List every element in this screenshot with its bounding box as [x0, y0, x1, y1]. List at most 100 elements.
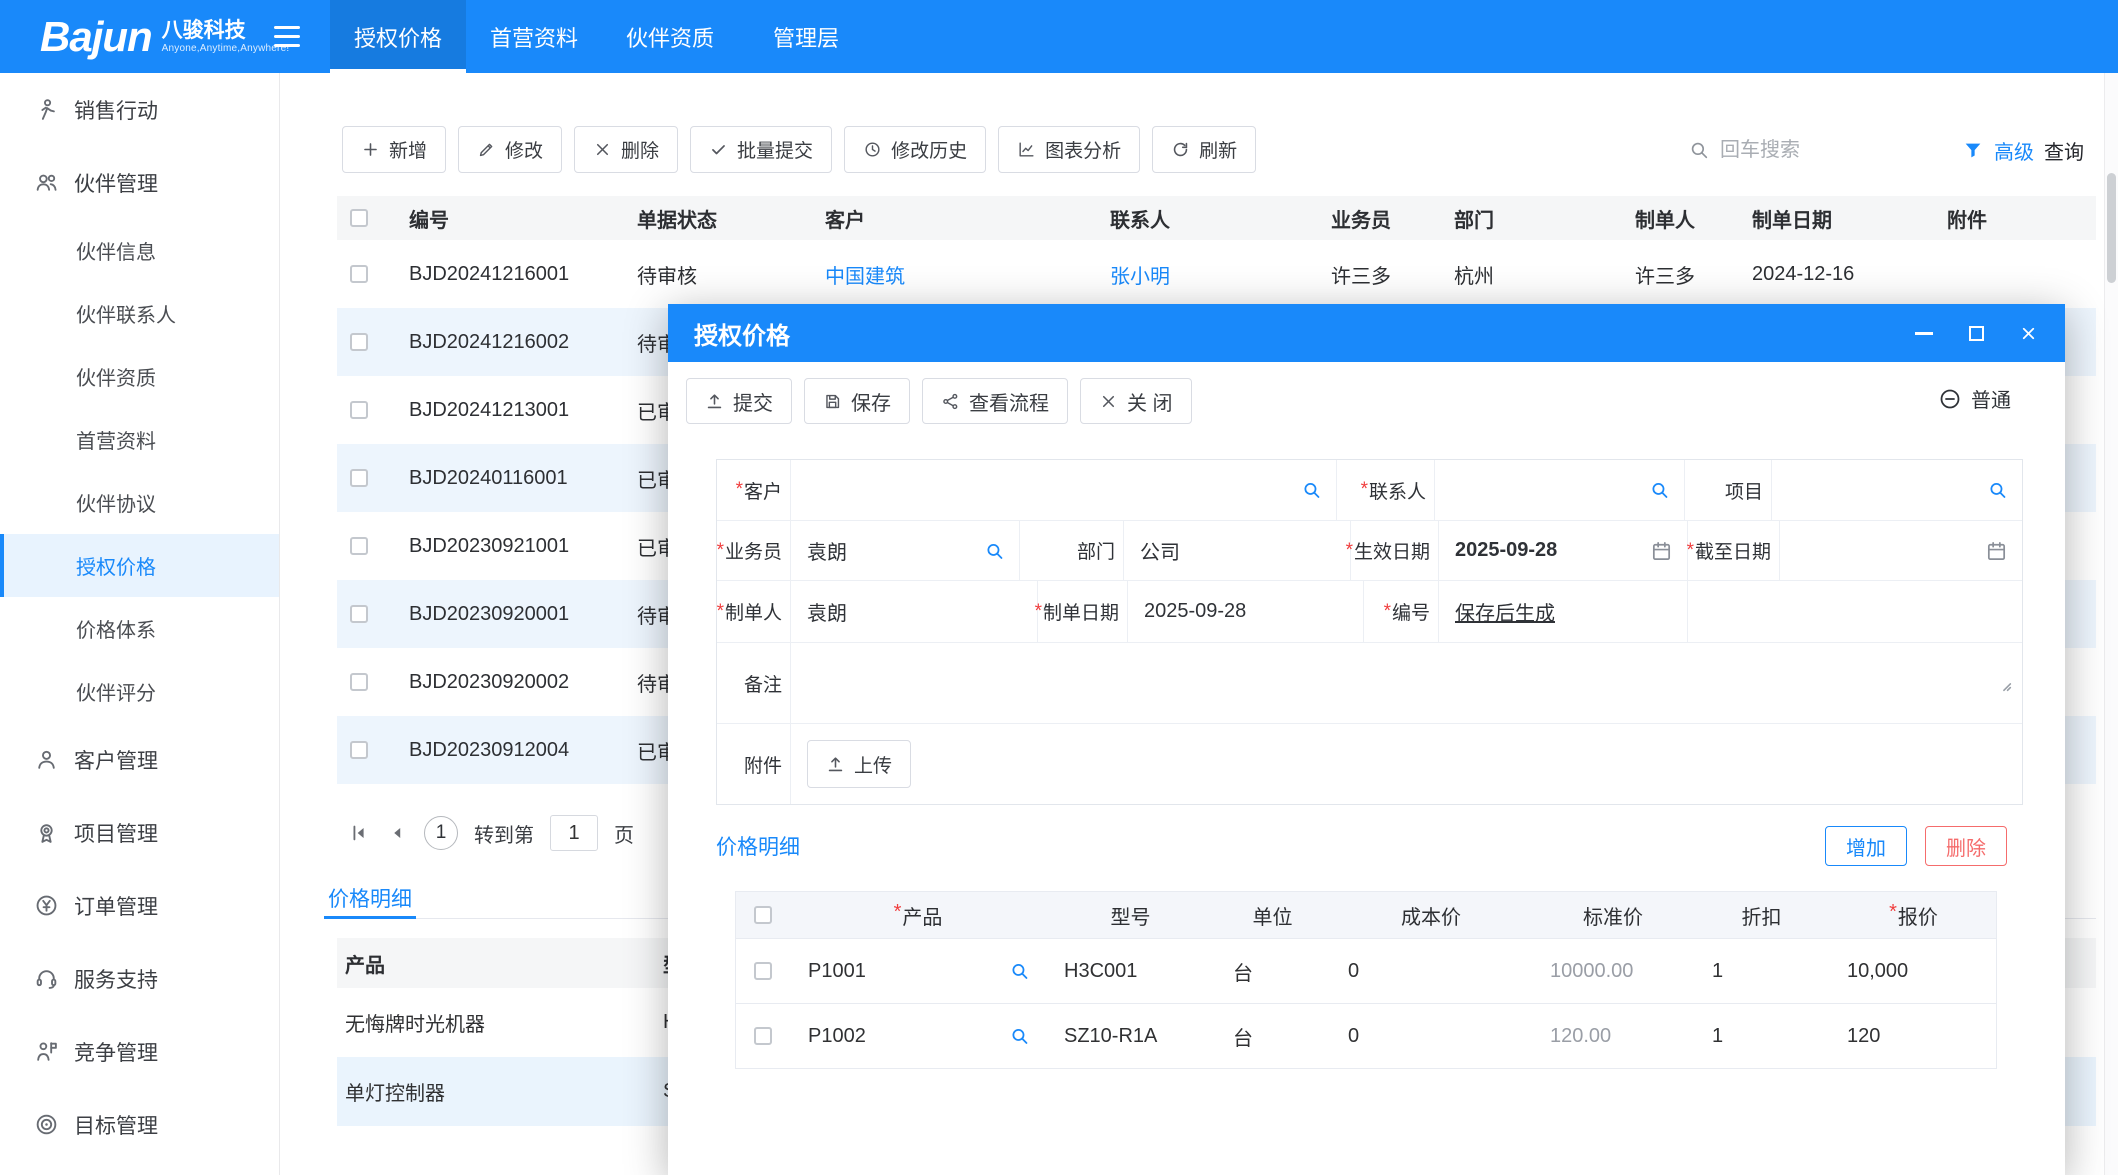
- search-input[interactable]: [1720, 139, 1952, 162]
- save-button[interactable]: 保存: [804, 378, 910, 424]
- sidebar-item-partner-management[interactable]: 伙伴管理: [0, 146, 279, 219]
- mode-toggle[interactable]: 普通: [1938, 384, 2011, 413]
- add-row-button[interactable]: 增加: [1825, 826, 1907, 866]
- remark-field[interactable]: [791, 643, 2022, 723]
- sidebar-item-partner-agreement[interactable]: 伙伴协议: [0, 471, 279, 534]
- add-button[interactable]: 新增: [342, 126, 446, 173]
- chart-analysis-button[interactable]: 图表分析: [998, 126, 1140, 173]
- refresh-icon: [1171, 140, 1190, 159]
- submit-button[interactable]: 提交: [686, 378, 792, 424]
- dept-label: 部门: [1020, 521, 1124, 580]
- sidebar-item-partner-rating[interactable]: 伙伴评分: [0, 660, 279, 723]
- row-checkbox[interactable]: [350, 265, 368, 283]
- detail-cell-discount[interactable]: 1: [1694, 960, 1829, 983]
- creator-field[interactable]: 袁朗: [791, 581, 1038, 642]
- detail-cell-quote[interactable]: 120: [1829, 1025, 1998, 1048]
- sidebar-item-partner-contacts[interactable]: 伙伴联系人: [0, 282, 279, 345]
- first-page-icon[interactable]: [348, 822, 370, 844]
- sidebar-item-project-management[interactable]: 项目管理: [0, 796, 279, 869]
- sidebar-item-authorized-price[interactable]: 授权价格: [0, 534, 279, 597]
- row-checkbox[interactable]: [350, 469, 368, 487]
- row-checkbox[interactable]: [350, 333, 368, 351]
- pagination: 1 转到第 页: [348, 810, 634, 856]
- project-field[interactable]: [1772, 460, 2022, 520]
- sidebar-item-partner-info[interactable]: 伙伴信息: [0, 219, 279, 282]
- sidebar-item-sales-action[interactable]: 销售行动: [0, 73, 279, 146]
- detail-row[interactable]: P1002 SZ10-R1A 台 0 120.00 1 120: [735, 1004, 1997, 1069]
- row-checkbox[interactable]: [350, 605, 368, 623]
- detail-header-discount: 折扣: [1694, 901, 1829, 930]
- sidebar-item-price-system[interactable]: 价格体系: [0, 597, 279, 660]
- detail-cell-cost[interactable]: 0: [1330, 960, 1532, 983]
- edit-button[interactable]: 修改: [458, 126, 562, 173]
- until-date-field[interactable]: [1780, 521, 2022, 580]
- price-detail-section-header: 价格明细 增加 删除: [716, 826, 2021, 866]
- advanced-link[interactable]: 高级: [1994, 136, 2034, 165]
- detail-cell-product[interactable]: P1002: [790, 1025, 1046, 1048]
- view-flow-button[interactable]: 查看流程: [922, 378, 1068, 424]
- detail-cell-cost[interactable]: 0: [1330, 1025, 1532, 1048]
- cell-contact-link[interactable]: 张小明: [1110, 260, 1331, 289]
- history-button[interactable]: 修改历史: [844, 126, 986, 173]
- detail-row[interactable]: P1001 H3C001 台 0 10000.00 1 10,000: [735, 939, 1997, 1004]
- cell-code: BJD20240116001: [409, 467, 637, 490]
- dept-field[interactable]: 公司: [1124, 521, 1351, 580]
- table-row[interactable]: BJD20241216001 待审核 中国建筑 张小明 许三多 杭州 许三多 2…: [337, 240, 2096, 308]
- filter-funnel-icon[interactable]: [1962, 139, 1984, 161]
- sidebar-item-service-support[interactable]: 服务支持: [0, 942, 279, 1015]
- batch-submit-button[interactable]: 批量提交: [690, 126, 832, 173]
- sidebar-item-first-camp-data[interactable]: 首营资料: [0, 408, 279, 471]
- scrollbar-thumb[interactable]: [2107, 173, 2116, 283]
- row-checkbox[interactable]: [350, 401, 368, 419]
- refresh-button[interactable]: 刷新: [1152, 126, 1256, 173]
- tab-first-camp-data[interactable]: 首营资料: [466, 0, 602, 73]
- current-page[interactable]: 1: [424, 816, 458, 850]
- select-all-checkbox[interactable]: [350, 209, 368, 227]
- sidebar-item-competition-management[interactable]: 竞争管理: [0, 1015, 279, 1088]
- tab-authorized-price[interactable]: 授权价格: [330, 0, 466, 73]
- sidebar-item-order-management[interactable]: 订单管理: [0, 869, 279, 942]
- delete-row-button[interactable]: 删除: [1925, 826, 2007, 866]
- delete-button[interactable]: 删除: [574, 126, 678, 173]
- create-date-field[interactable]: 2025-09-28: [1128, 581, 1364, 642]
- detail-select-all-checkbox[interactable]: [754, 906, 772, 924]
- search-icon: [984, 540, 1005, 561]
- salesman-field[interactable]: 袁朗: [791, 521, 1020, 580]
- prev-page-icon[interactable]: [386, 822, 408, 844]
- sidebar-item-target-management[interactable]: 目标管理: [0, 1088, 279, 1161]
- close-icon[interactable]: [2017, 322, 2039, 344]
- minimize-icon[interactable]: [1913, 322, 1935, 344]
- sidebar-item-label: 订单管理: [74, 891, 158, 921]
- row-checkbox[interactable]: [350, 537, 368, 555]
- detail-row-checkbox[interactable]: [754, 962, 772, 980]
- detail-cell-quote[interactable]: 10,000: [1829, 960, 1998, 983]
- cell-customer-link[interactable]: 中国建筑: [825, 260, 1110, 289]
- tab-management[interactable]: 管理层: [738, 0, 874, 73]
- detail-cell-discount[interactable]: 1: [1694, 1025, 1829, 1048]
- search-icon: [1301, 480, 1322, 501]
- close-dialog-button[interactable]: 关 闭: [1080, 378, 1192, 424]
- customer-field[interactable]: [791, 460, 1337, 520]
- detail-cell-standard: 10000.00: [1532, 960, 1694, 983]
- sidebar-item-customer-management[interactable]: 客户管理: [0, 723, 279, 796]
- medal-icon: [34, 820, 59, 845]
- upload-button[interactable]: 上传: [807, 740, 911, 788]
- detail-row-checkbox[interactable]: [754, 1027, 772, 1045]
- brand-name-cn: 八骏科技: [162, 19, 290, 43]
- contact-field[interactable]: [1435, 460, 1685, 520]
- tab-price-detail[interactable]: 价格明细: [324, 877, 416, 918]
- row-checkbox[interactable]: [350, 673, 368, 691]
- query-label[interactable]: 查询: [2044, 136, 2084, 165]
- target-icon: [34, 1112, 59, 1137]
- vertical-scrollbar[interactable]: [2104, 73, 2118, 1175]
- row-checkbox[interactable]: [350, 741, 368, 759]
- detail-cell-product[interactable]: P1001: [790, 960, 1046, 983]
- goto-page-input[interactable]: [550, 815, 598, 851]
- yen-circle-icon: [34, 893, 59, 918]
- brand-logo[interactable]: Bajun 八骏科技 Anyone,Anytime,Anywhere!: [0, 17, 252, 57]
- sidebar-item-partner-qualification[interactable]: 伙伴资质: [0, 345, 279, 408]
- tab-partner-qualification[interactable]: 伙伴资质: [602, 0, 738, 73]
- effective-date-field[interactable]: 2025-09-28: [1439, 521, 1688, 580]
- list-toolbar: 新增 修改 删除 批量提交 修改历史 图表分析 刷新: [342, 126, 1256, 173]
- project-label: 项目: [1685, 460, 1772, 520]
